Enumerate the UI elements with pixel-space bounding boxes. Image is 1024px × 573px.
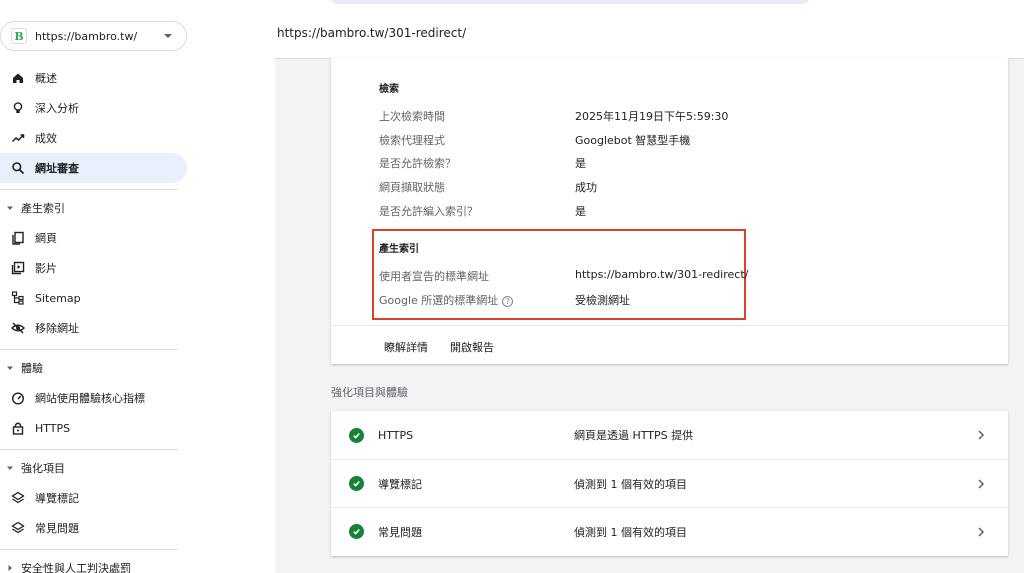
crawl-label: 是否允許檢索？ bbox=[379, 157, 456, 170]
enhancement-row-https[interactable]: HTTPS 網頁是透過 HTTPS 提供 bbox=[331, 411, 1008, 459]
lock-icon bbox=[10, 420, 26, 436]
indexing-label-text: Google 所選的標準網址 bbox=[379, 294, 499, 307]
indexing-label: 使用者宣告的標準網址 bbox=[379, 270, 489, 283]
sidebar: B https://bambro.tw/ 概述 深入分析 成效 網址審查 產生索… bbox=[0, 0, 192, 573]
crawl-label: 上次檢索時間 bbox=[379, 110, 445, 123]
sidebar-item-label: Sitemap bbox=[35, 291, 81, 305]
sidebar-item-sitemap[interactable]: Sitemap bbox=[0, 283, 187, 313]
sidebar-item-label: HTTPS bbox=[35, 421, 71, 435]
sidebar-item-overview[interactable]: 概述 bbox=[0, 63, 187, 93]
enhancement-status: 偵測到 1 個有效的項目 bbox=[574, 477, 687, 491]
crawl-value: 成功 bbox=[575, 181, 597, 194]
home-icon bbox=[10, 70, 26, 86]
learn-more-link[interactable]: 瞭解詳情 bbox=[384, 339, 428, 355]
section-indexing[interactable]: 產生索引 bbox=[0, 195, 187, 221]
sidebar-item-label: 成效 bbox=[35, 132, 57, 145]
enhancements-card: HTTPS 網頁是透過 HTTPS 提供 導覽標記 偵測到 1 個有效的項目 常… bbox=[331, 411, 1008, 556]
crawl-value: Googlebot 智慧型手機 bbox=[575, 134, 691, 147]
check-circle-icon bbox=[349, 524, 364, 539]
indexing-section-title: 產生索引 bbox=[379, 244, 419, 255]
chevron-right-icon bbox=[976, 478, 986, 489]
sidebar-item-label: 網址審查 bbox=[35, 162, 79, 175]
enhancement-status: 網頁是透過 HTTPS 提供 bbox=[574, 429, 694, 442]
sitemap-icon bbox=[10, 290, 26, 306]
sidebar-divider bbox=[0, 349, 178, 350]
collapse-triangle-icon bbox=[6, 464, 14, 472]
sidebar-item-label: 深入分析 bbox=[35, 102, 79, 115]
video-icon bbox=[10, 260, 26, 276]
crawl-label: 檢索代理程式 bbox=[379, 134, 445, 147]
collapse-triangle-icon bbox=[6, 364, 14, 372]
sidebar-item-pages[interactable]: 網頁 bbox=[0, 223, 187, 253]
enhancement-name: 導覽標記 bbox=[378, 477, 422, 491]
enhancement-row-breadcrumbs[interactable]: 導覽標記 偵測到 1 個有效的項目 bbox=[331, 459, 1008, 507]
sidebar-item-performance[interactable]: 成效 bbox=[0, 123, 187, 153]
sidebar-item-breadcrumbs[interactable]: 導覽標記 bbox=[0, 483, 187, 513]
property-selector[interactable]: B https://bambro.tw/ bbox=[0, 21, 187, 51]
card-divider bbox=[331, 325, 1008, 326]
eye-off-icon bbox=[10, 320, 26, 336]
search-bar[interactable] bbox=[330, 0, 810, 4]
collapse-triangle-icon bbox=[6, 204, 14, 212]
property-url: https://bambro.tw/ bbox=[35, 29, 138, 43]
chevron-right-icon bbox=[976, 526, 986, 537]
sidebar-item-faq[interactable]: 常見問題 bbox=[0, 513, 187, 543]
expand-triangle-icon bbox=[6, 564, 14, 572]
sidebar-divider bbox=[0, 189, 178, 190]
inspected-url: https://bambro.tw/301-redirect/ bbox=[277, 26, 467, 40]
sidebar-item-label: 概述 bbox=[35, 72, 57, 85]
sidebar-item-url-inspection[interactable]: 網址審查 bbox=[0, 153, 187, 183]
enhancement-status: 偵測到 1 個有效的項目 bbox=[574, 525, 687, 539]
property-logo: B bbox=[11, 28, 27, 44]
check-circle-icon bbox=[349, 476, 364, 491]
sidebar-item-label: 導覽標記 bbox=[35, 492, 79, 505]
section-title: 強化項目 bbox=[21, 462, 65, 475]
caret-down-icon bbox=[164, 34, 172, 38]
crawl-label: 網頁擷取狀態 bbox=[379, 181, 445, 194]
sidebar-item-label: 影片 bbox=[35, 262, 57, 275]
enhancement-name: HTTPS bbox=[378, 428, 414, 442]
sidebar-item-https[interactable]: HTTPS bbox=[0, 413, 187, 443]
search-icon bbox=[10, 160, 26, 176]
open-report-link[interactable]: 開啟報告 bbox=[450, 339, 494, 355]
chevron-right-icon bbox=[976, 430, 986, 440]
sidebar-item-label: 網站使用體驗核心指標 bbox=[35, 392, 145, 405]
layers-icon bbox=[10, 520, 26, 536]
indexing-label: Google 所選的標準網址? bbox=[379, 292, 514, 308]
section-experience[interactable]: 體驗 bbox=[0, 355, 187, 381]
enhancement-row-faq[interactable]: 常見問題 偵測到 1 個有效的項目 bbox=[331, 507, 1008, 555]
sidebar-item-removals[interactable]: 移除網址 bbox=[0, 313, 187, 343]
indexing-value: 受檢測網址 bbox=[575, 294, 630, 307]
crawl-value: 2025年11月19日下午5:59:30 bbox=[575, 110, 729, 123]
layers-icon bbox=[10, 490, 26, 506]
sidebar-item-core-web-vitals[interactable]: 網站使用體驗核心指標 bbox=[0, 383, 187, 413]
sidebar-item-insights[interactable]: 深入分析 bbox=[0, 93, 187, 123]
pages-icon bbox=[10, 230, 26, 246]
sidebar-divider bbox=[0, 549, 178, 550]
sidebar-item-label: 網頁 bbox=[35, 232, 57, 245]
sidebar-item-label: 常見問題 bbox=[35, 522, 79, 535]
indexing-value: https://bambro.tw/301-redirect/ bbox=[575, 268, 749, 281]
sidebar-item-videos[interactable]: 影片 bbox=[0, 253, 187, 283]
enhancements-section-title: 強化項目與體驗 bbox=[331, 386, 408, 399]
crawl-value: 是 bbox=[575, 205, 586, 218]
trending-up-icon bbox=[10, 130, 26, 146]
gauge-icon bbox=[10, 390, 26, 406]
section-title: 安全性與人工判決處罰 bbox=[21, 562, 131, 573]
sidebar-divider bbox=[0, 449, 178, 450]
section-title: 產生索引 bbox=[21, 202, 65, 215]
enhancement-name: 常見問題 bbox=[378, 525, 422, 539]
crawl-label: 是否允許編入索引？ bbox=[379, 205, 478, 218]
section-enhancements[interactable]: 強化項目 bbox=[0, 455, 187, 481]
sidebar-item-label: 移除網址 bbox=[35, 322, 79, 335]
lightbulb-icon bbox=[10, 100, 26, 116]
help-icon[interactable]: ? bbox=[502, 295, 514, 307]
check-circle-icon bbox=[349, 427, 364, 443]
crawl-section-title: 檢索 bbox=[379, 84, 399, 95]
crawl-value: 是 bbox=[575, 157, 586, 170]
section-security[interactable]: 安全性與人工判決處罰 bbox=[0, 555, 187, 573]
section-title: 體驗 bbox=[21, 362, 43, 375]
